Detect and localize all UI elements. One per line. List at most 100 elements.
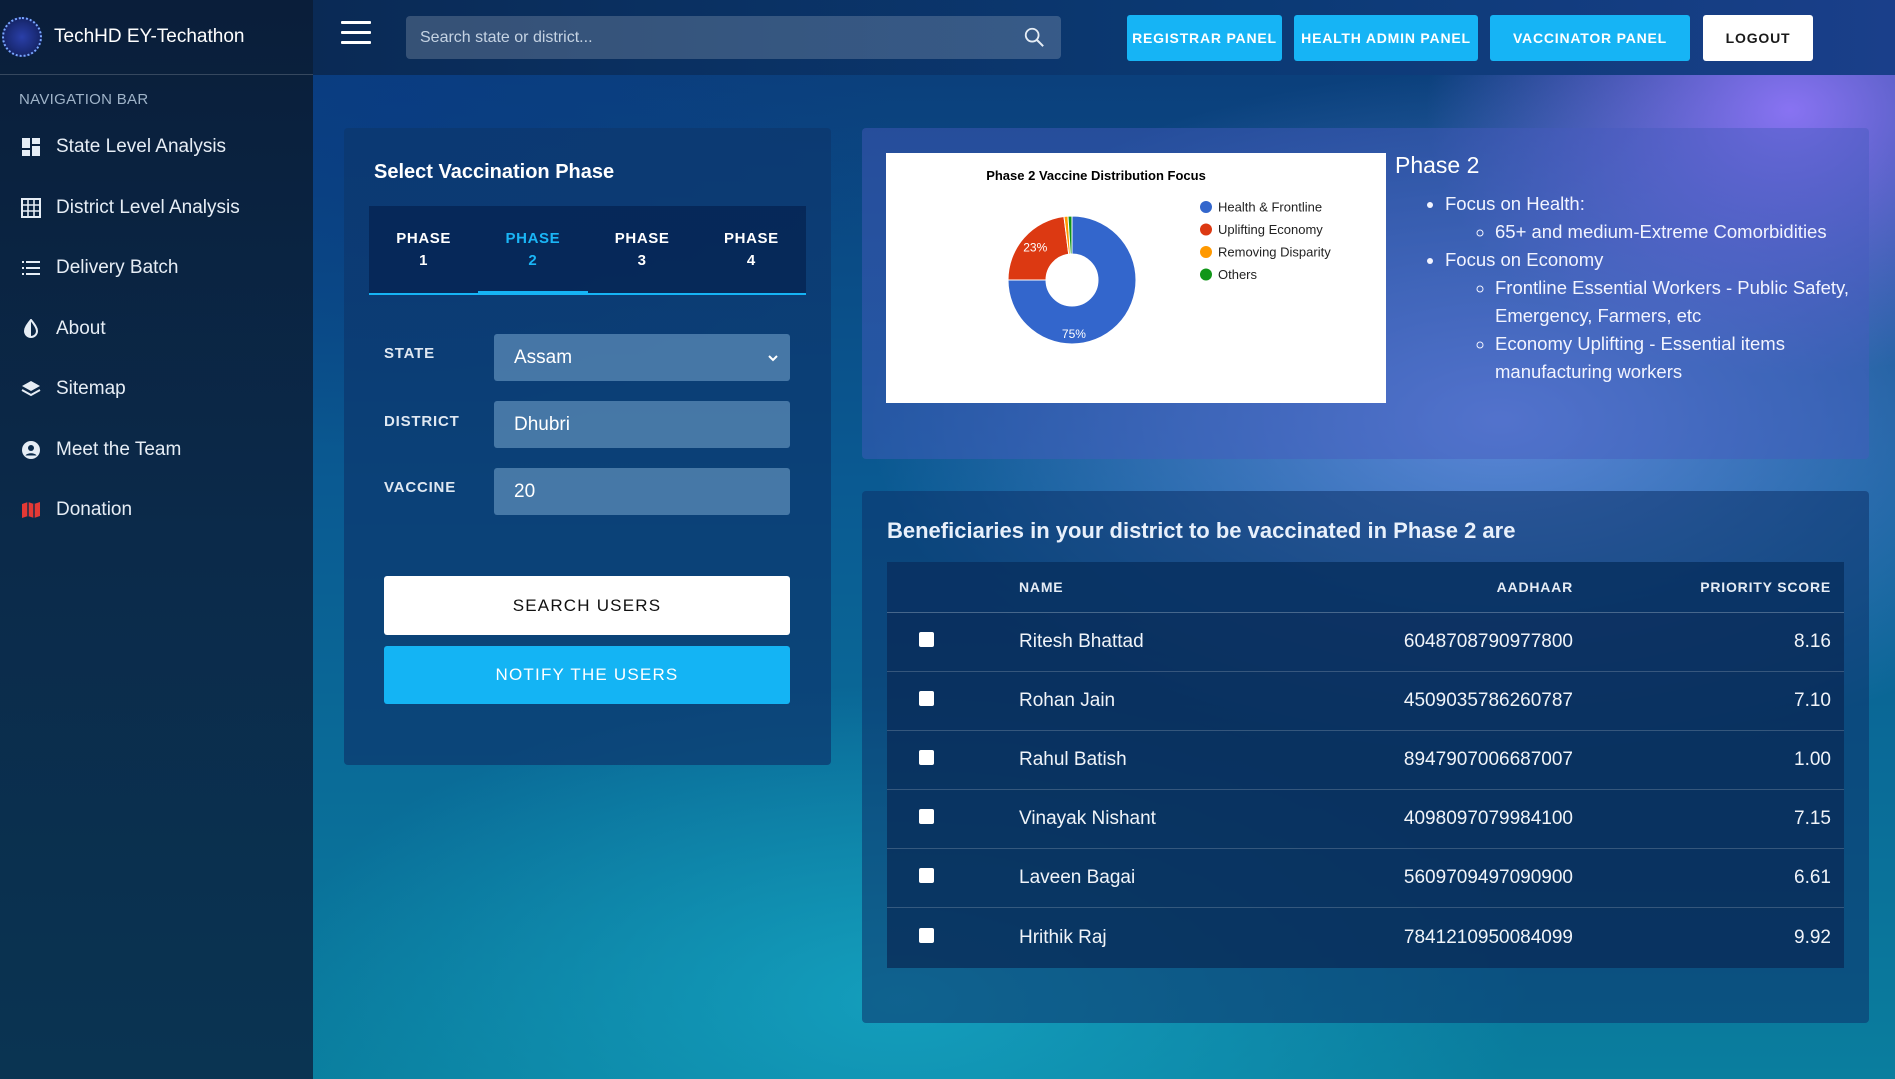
cell-priority-score: 7.15 xyxy=(1794,808,1831,829)
beneficiaries-card: Beneficiaries in your district to be vac… xyxy=(862,491,1869,1023)
tab-number: 2 xyxy=(528,252,538,269)
sidebar-item-meet-the-team[interactable]: Meet the Team xyxy=(0,420,313,481)
legend-swatch xyxy=(1200,268,1212,281)
sidebar-item-label: About xyxy=(56,317,106,339)
row-checkbox[interactable] xyxy=(919,868,934,883)
phase-info-card: Phase 2 Vaccine Distribution Focus 75% 23… xyxy=(862,128,1869,459)
sidebar-item-sitemap[interactable]: Sitemap xyxy=(0,359,313,420)
pie-chart-svg: Phase 2 Vaccine Distribution Focus 75% 23… xyxy=(986,168,1331,345)
cell-aadhaar: 6048708790977800 xyxy=(1403,631,1573,652)
phase-info-title: Phase 2 xyxy=(1395,152,1480,178)
phase-tabs: PHASE 1 PHASE 2 PHASE 3 PHASE 4 xyxy=(369,206,806,295)
menu-icon[interactable] xyxy=(341,21,371,47)
sidebar-item-label: District Level Analysis xyxy=(56,196,240,218)
list-item: Focus on Health: 65+ and medium-Extreme … xyxy=(1445,190,1855,246)
chevron-down-icon xyxy=(768,355,778,362)
table-row: Rahul Batish 8947907006687007 1.00 xyxy=(887,731,1844,790)
tab-phase-1[interactable]: PHASE 1 xyxy=(369,206,478,293)
cell-name: Ritesh Bhattad xyxy=(1019,631,1144,652)
cell-aadhaar: 7841210950084099 xyxy=(1403,926,1573,948)
state-value: Assam xyxy=(514,346,573,368)
beneficiaries-title: Beneficiaries in your district to be vac… xyxy=(887,518,1516,543)
legend-swatch xyxy=(1200,246,1212,258)
column-header-name[interactable]: NAME xyxy=(1019,579,1379,595)
tab-phase-3[interactable]: PHASE 3 xyxy=(588,206,697,293)
table-row: Rohan Jain 4509035786260787 7.10 xyxy=(887,672,1844,731)
vaccinator-panel-button[interactable]: VACCINATOR PANEL xyxy=(1490,15,1690,61)
table-row: Laveen Bagai 5609709497090900 6.61 xyxy=(887,849,1844,908)
table-row: Vinayak Nishant 4098097079984100 7.15 xyxy=(887,790,1844,849)
sidebar-item-about[interactable]: About xyxy=(0,299,313,360)
tab-number: 4 xyxy=(746,252,756,269)
notify-users-button[interactable]: NOTIFY THE USERS xyxy=(384,646,790,704)
health-admin-panel-button[interactable]: HEALTH ADMIN PANEL xyxy=(1294,15,1478,61)
legend-label[interactable]: Health & Frontline xyxy=(1218,200,1322,215)
tab-label: PHASE xyxy=(614,230,670,247)
district-value: Dhubri xyxy=(514,413,570,435)
economy-heading: Focus on Economy xyxy=(1445,249,1604,270)
pie-data-label: 23% xyxy=(1023,241,1047,255)
search-users-button[interactable]: SEARCH USERS xyxy=(384,576,790,635)
sidebar-item-district-level-analysis[interactable]: District Level Analysis xyxy=(0,178,313,239)
sidebar-item-donation[interactable]: Donation xyxy=(0,480,313,541)
map-icon xyxy=(20,499,42,521)
row-checkbox[interactable] xyxy=(919,632,934,647)
row-checkbox[interactable] xyxy=(919,809,934,824)
legend-swatch xyxy=(1200,223,1212,236)
table-header: NAME AADHAAR PRIORITY SCORE xyxy=(887,562,1844,613)
sidebar-item-label: Sitemap xyxy=(56,378,126,400)
sidebar-item-delivery-batch[interactable]: Delivery Batch xyxy=(0,238,313,299)
cell-priority-score: 7.10 xyxy=(1794,690,1831,711)
nav-heading: NAVIGATION BAR xyxy=(19,91,149,108)
logout-button[interactable]: LOGOUT xyxy=(1703,15,1813,61)
search-box xyxy=(406,16,1061,59)
tab-label: PHASE xyxy=(724,230,779,247)
chart-title: Phase 2 Vaccine Distribution Focus xyxy=(986,168,1206,183)
virus-logo-icon xyxy=(2,17,42,57)
list-item: Economy Uplifting - Essential items manu… xyxy=(1495,330,1855,386)
cell-priority-score: 9.92 xyxy=(1794,926,1831,948)
row-checkbox[interactable] xyxy=(919,927,934,943)
tab-label: PHASE xyxy=(396,230,451,247)
column-header-priority-score[interactable]: PRIORITY SCORE xyxy=(1573,579,1831,595)
vaccine-field[interactable]: 20 xyxy=(494,468,790,515)
column-header-aadhaar[interactable]: AADHAAR xyxy=(1379,579,1573,595)
legend-label[interactable]: Others xyxy=(1218,267,1258,282)
top-bar: REGISTRAR PANEL HEALTH ADMIN PANEL VACCI… xyxy=(313,0,1895,75)
cell-name: Vinayak Nishant xyxy=(1019,808,1156,829)
phase-info-list: Focus on Health: 65+ and medium-Extreme … xyxy=(1395,190,1855,386)
sidebar-item-state-level-analysis[interactable]: State Level Analysis xyxy=(0,117,313,178)
user-circle-icon xyxy=(20,439,42,461)
brand-title: TechHD EY-Techathon xyxy=(54,26,245,47)
cell-aadhaar: 4509035786260787 xyxy=(1403,690,1573,711)
list-item: Frontline Essential Workers - Public Saf… xyxy=(1495,274,1855,330)
tab-phase-2[interactable]: PHASE 2 xyxy=(478,206,588,295)
sidebar: TechHD EY-Techathon NAVIGATION BAR State… xyxy=(0,0,313,1079)
sidebar-item-label: Meet the Team xyxy=(56,438,182,460)
brand[interactable]: TechHD EY-Techathon xyxy=(0,0,313,75)
cell-name: Rohan Jain xyxy=(1019,690,1116,711)
list-item: Focus on Economy Frontline Essential Wor… xyxy=(1445,246,1855,386)
row-checkbox[interactable] xyxy=(919,750,934,765)
district-field[interactable]: Dhubri xyxy=(494,401,790,448)
state-label: STATE xyxy=(384,345,435,362)
dashboard-icon xyxy=(20,136,42,158)
pie-data-label: 75% xyxy=(1062,327,1086,341)
legend-label[interactable]: Uplifting Economy xyxy=(1218,222,1323,237)
cell-aadhaar: 4098097079984100 xyxy=(1403,808,1573,829)
search-icon[interactable] xyxy=(1023,26,1045,48)
phase-select-card: Select Vaccination Phase PHASE 1 PHASE 2 P… xyxy=(344,128,831,765)
cell-priority-score: 6.61 xyxy=(1794,867,1831,888)
registrar-panel-button[interactable]: REGISTRAR PANEL xyxy=(1127,15,1282,61)
tab-phase-4[interactable]: PHASE 4 xyxy=(697,206,806,293)
district-label: DISTRICT xyxy=(384,413,460,430)
legend-swatch xyxy=(1200,201,1212,213)
list-icon xyxy=(20,257,42,279)
search-input[interactable] xyxy=(406,16,1061,59)
beneficiaries-table: NAME AADHAAR PRIORITY SCORE Ritesh Bhatt… xyxy=(887,562,1844,968)
row-checkbox[interactable] xyxy=(919,691,934,706)
cell-priority-score: 1.00 xyxy=(1794,749,1831,770)
state-select[interactable]: Assam xyxy=(494,334,790,381)
vaccine-value: 20 xyxy=(514,480,536,502)
legend-label[interactable]: Removing Disparity xyxy=(1218,245,1331,260)
